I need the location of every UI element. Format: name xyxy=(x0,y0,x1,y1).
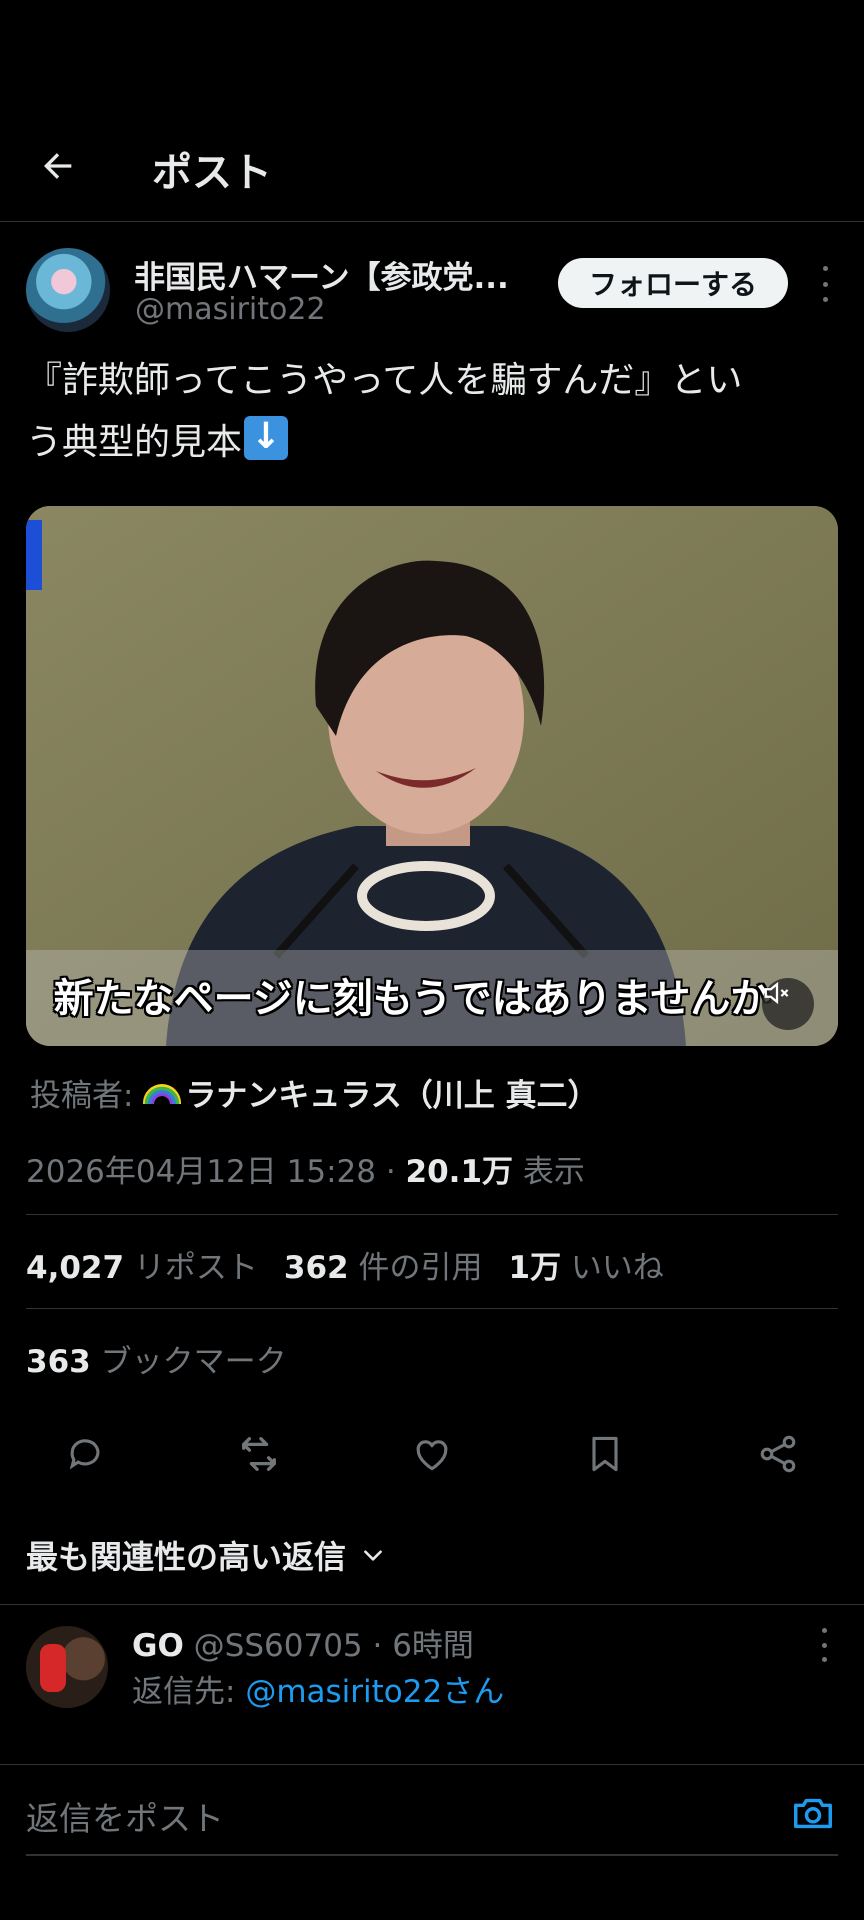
mute-button[interactable] xyxy=(762,978,814,1030)
post-meta: 2026年04月12日 15:28 · 20.1万 表示 xyxy=(26,1146,585,1191)
view-label: 表示 xyxy=(513,1154,585,1190)
post-video[interactable]: 新たなページに刻もうではありませんか xyxy=(26,506,838,1046)
video-credit-name[interactable]: ラナンキュラス（川上 真二） xyxy=(185,1078,598,1114)
action-bar xyxy=(26,1424,838,1484)
reply-icon xyxy=(69,1439,100,1470)
page-title: ポスト xyxy=(152,150,272,196)
post-author: 非国民ハマーン【参政党... @masirito22 フォローする xyxy=(26,246,838,336)
like-button[interactable] xyxy=(402,1424,462,1484)
bookmark-count: 363 xyxy=(26,1344,91,1380)
reposts-stat[interactable]: 4,027 リポスト xyxy=(26,1250,258,1286)
bookmark-button[interactable] xyxy=(575,1424,635,1484)
more-dots-icon xyxy=(821,1628,827,1633)
divider xyxy=(26,1308,838,1309)
bookmark-label: ブックマーク xyxy=(90,1344,287,1380)
quote-count: 362 xyxy=(283,1250,349,1286)
camera-icon xyxy=(794,1798,832,1829)
repost-button[interactable] xyxy=(229,1424,289,1484)
reply-more-button[interactable] xyxy=(814,1628,834,1662)
repost-count: 4,027 xyxy=(26,1250,125,1286)
quotes-stat[interactable]: 362 件の引用 xyxy=(284,1250,483,1286)
reply-to-link[interactable]: @masirito22さん xyxy=(245,1674,504,1710)
back-button[interactable] xyxy=(34,142,82,190)
likes-stat[interactable]: 1万 いいね xyxy=(509,1250,664,1286)
video-subtitle: 新たなページに刻もうではありませんか xyxy=(53,976,771,1022)
reply-to-prefix: 返信先: xyxy=(132,1674,246,1710)
like-icon xyxy=(416,1440,448,1471)
speaker-muted-icon xyxy=(764,981,789,1005)
quote-label: 件の引用 xyxy=(348,1250,483,1286)
arrow-left-icon xyxy=(44,153,72,179)
reply-author-handle: @SS60705 xyxy=(183,1628,363,1664)
repost-label: リポスト xyxy=(124,1250,258,1286)
repost-icon xyxy=(242,1437,276,1471)
post-datetime[interactable]: 2026年04月12日 15:28 xyxy=(26,1154,376,1190)
reply-sort-label: 最も関連性の高い返信 xyxy=(26,1538,347,1576)
reply-button[interactable] xyxy=(56,1424,116,1484)
rainbow-emoji-icon xyxy=(143,1084,182,1104)
post-stats: 4,027 リポスト 362 件の引用 1万 いいね xyxy=(26,1242,664,1287)
reply-time: 6時間 xyxy=(392,1628,474,1664)
top-bar: ポスト xyxy=(0,130,864,222)
view-count: 20.1万 xyxy=(405,1154,514,1190)
down-arrow-emoji-icon xyxy=(244,415,289,460)
bookmarks-stat[interactable]: 363 ブックマーク xyxy=(26,1336,287,1381)
reply-avatar[interactable] xyxy=(26,1626,108,1708)
follow-button[interactable]: フォローする xyxy=(558,258,788,308)
reply-sort-dropdown[interactable]: 最も関連性の高い返信 xyxy=(26,1532,386,1578)
share-button[interactable] xyxy=(748,1424,808,1484)
post-text-line1: 『詐欺師ってこうやって人を騙すんだ』とい xyxy=(26,360,743,401)
share-icon xyxy=(760,1435,796,1473)
video-credit: 投稿者: ラナンキュラス（川上 真二） xyxy=(30,1070,598,1115)
divider xyxy=(0,1764,864,1765)
reply-item[interactable]: GO @SS60705 · 6時間 返信先: @masirito22さん xyxy=(26,1620,838,1730)
camera-button[interactable] xyxy=(790,1790,836,1836)
more-options-button[interactable] xyxy=(812,266,838,302)
more-dots-icon xyxy=(822,266,828,271)
reply-separator: · xyxy=(362,1628,393,1664)
meta-separator: · xyxy=(375,1154,406,1190)
like-label: いいね xyxy=(561,1250,664,1286)
broadcaster-tag xyxy=(26,520,42,590)
video-credit-prefix: 投稿者: xyxy=(30,1078,144,1114)
reply-composer[interactable]: 返信をポスト xyxy=(26,1780,838,1856)
divider xyxy=(0,1604,864,1605)
reply-to: 返信先: @masirito22さん xyxy=(132,1666,504,1711)
chevron-down-icon xyxy=(364,1550,382,1561)
post-text-line2: う典型的見本 xyxy=(26,422,243,463)
author-avatar[interactable] xyxy=(26,248,110,332)
reply-author-name[interactable]: GO xyxy=(132,1628,184,1664)
reply-header: GO @SS60705 · 6時間 xyxy=(132,1620,474,1665)
author-handle[interactable]: @masirito22 xyxy=(135,292,326,327)
like-count: 1万 xyxy=(508,1250,562,1286)
author-display-name[interactable]: 非国民ハマーン【参政党... xyxy=(134,252,554,297)
divider xyxy=(26,1214,838,1215)
reply-input-placeholder[interactable]: 返信をポスト xyxy=(26,1792,224,1840)
post-text: 『詐欺師ってこうやって人を騙すんだ』とい う典型的見本 xyxy=(26,350,838,474)
bookmark-icon xyxy=(592,1436,618,1472)
